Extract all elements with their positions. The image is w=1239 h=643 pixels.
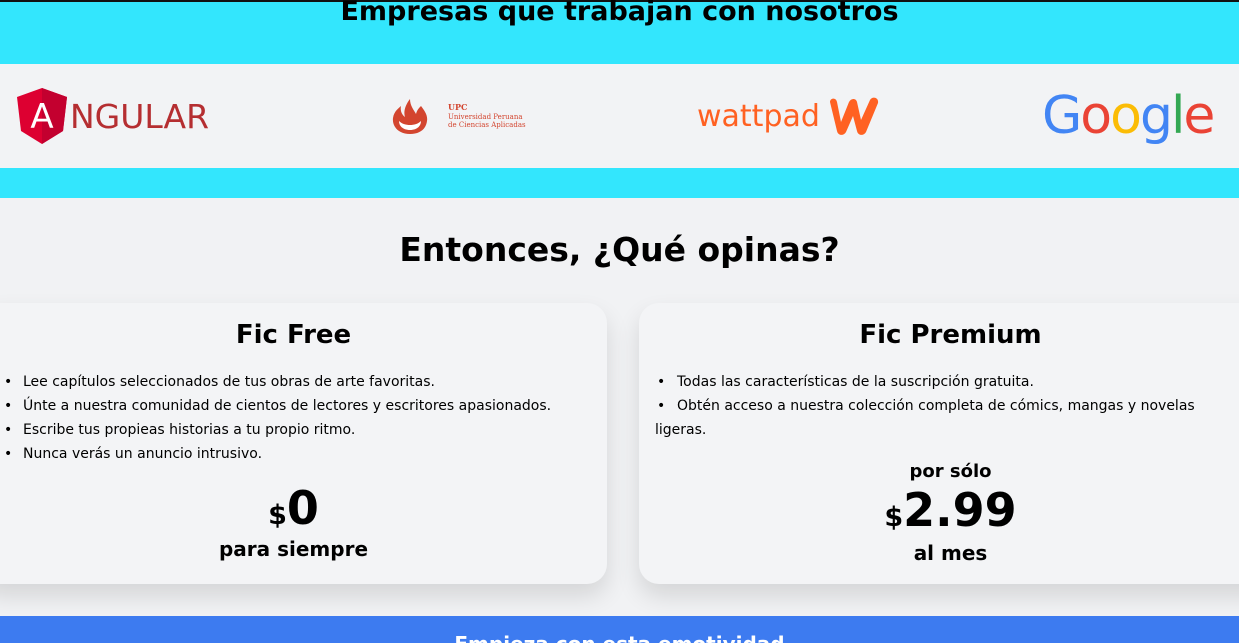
- footer-cta-text: Empieza con esta emotividad: [0, 632, 1239, 643]
- price-amount: 0: [286, 481, 319, 535]
- upc-flame-icon: [392, 99, 428, 134]
- wattpad-wordmark: wattpad: [697, 98, 820, 134]
- upc-wordmark: UPC Universidad Peruana de Ciencias Apli…: [448, 102, 526, 129]
- price-currency: $: [268, 500, 287, 531]
- partners-section: Empresas que trabajan con nosotros A NGU…: [0, 0, 1239, 198]
- plan-price: $2.99: [639, 483, 1239, 537]
- pricing-title: Entonces, ¿Qué opinas?: [399, 230, 840, 269]
- angular-logo: A NGULAR: [16, 64, 209, 168]
- plan-price: $0: [0, 481, 607, 535]
- feature-item: Únte a nuestra comunidad de cientos de l…: [4, 394, 551, 418]
- plan-features-list: Lee capítulos seleccionados de tus obras…: [4, 370, 551, 466]
- plan-card-premium: Fic Premium Todas las características de…: [639, 303, 1239, 584]
- price-amount: 2.99: [903, 483, 1017, 537]
- plan-title: Fic Premium: [859, 320, 1042, 350]
- price-period: para siempre: [218, 537, 369, 561]
- upc-name-line1: Universidad Peruana: [448, 112, 523, 121]
- angular-badge-letter: A: [30, 97, 53, 137]
- price-prefix: por sólo: [909, 461, 992, 482]
- angular-wordmark: NGULAR: [70, 96, 210, 136]
- upc-acronym: UPC: [448, 102, 468, 113]
- feature-item: Lee capítulos seleccionados de tus obras…: [4, 370, 551, 394]
- price-period: al mes: [913, 541, 988, 565]
- upc-logo: UPC Universidad Peruana de Ciencias Apli…: [390, 64, 526, 168]
- feature-item: Todas las características de la suscripc…: [655, 370, 1235, 394]
- plan-card-free: Fic Free Lee capítulos seleccionados de …: [0, 303, 607, 584]
- footer-cta-section: Empieza con esta emotividad: [0, 616, 1239, 643]
- google-wordmark: Google: [1042, 86, 1215, 146]
- feature-item: Obtén acceso a nuestra colección complet…: [655, 394, 1235, 442]
- price-currency: $: [884, 502, 904, 533]
- logo-strip: A NGULAR UPC Universidad Peruana de Cien…: [0, 64, 1239, 168]
- plan-features-list: Todas las características de la suscripc…: [655, 370, 1235, 442]
- angular-shield-icon: A: [17, 88, 67, 144]
- plan-title: Fic Free: [235, 320, 352, 350]
- wattpad-w-icon: [829, 97, 879, 135]
- feature-item: Escribe tus propieas historias a tu prop…: [4, 418, 551, 442]
- wattpad-logo: wattpad: [697, 64, 882, 168]
- google-logo: Google: [1042, 64, 1215, 168]
- partners-title: Empresas que trabajan con nosotros: [340, 0, 899, 27]
- upc-name-line2: de Ciencias Aplicadas: [448, 120, 526, 129]
- feature-item: Nunca verás un anuncio intrusivo.: [4, 442, 551, 466]
